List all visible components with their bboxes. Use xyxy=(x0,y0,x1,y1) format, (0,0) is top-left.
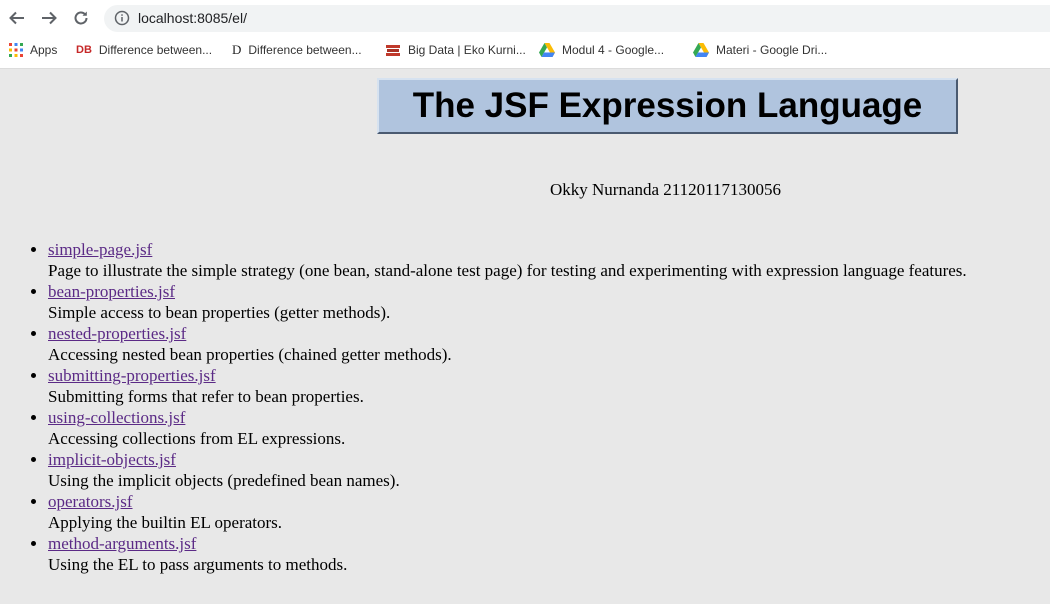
example-description: Accessing collections from EL expression… xyxy=(48,429,346,448)
apps-grid-icon xyxy=(9,43,23,57)
browser-chrome: localhost:8085/el/ Apps DB Difference be… xyxy=(0,0,1050,69)
google-drive-icon xyxy=(693,43,709,57)
list-item: simple-page.jsf Page to illustrate the si… xyxy=(48,239,967,281)
bookmark-label: Difference between... xyxy=(248,43,362,57)
example-description: Applying the builtin EL operators. xyxy=(48,513,283,532)
title-banner: The JSF Expression Language xyxy=(377,78,958,134)
bookmark-item[interactable]: Materi - Google Dri... xyxy=(693,39,827,61)
page-title: The JSF Expression Language xyxy=(412,86,923,125)
example-description: Accessing nested bean properties (chaine… xyxy=(48,345,452,364)
bookmark-label: Difference between... xyxy=(98,43,213,57)
red-books-icon xyxy=(385,42,401,58)
bookmark-apps[interactable]: Apps xyxy=(9,39,57,61)
example-description: Simple access to bean properties (getter… xyxy=(48,303,391,322)
example-description: Page to illustrate the simple strategy (… xyxy=(48,261,967,280)
list-item: bean-properties.jsf Simple access to bean… xyxy=(48,281,967,323)
bookmark-item[interactable]: Big Data | Eko Kurni... xyxy=(385,39,526,61)
bookmark-item[interactable]: Modul 4 - Google... xyxy=(539,39,664,61)
example-link[interactable]: method-arguments.jsf xyxy=(48,534,196,553)
info-icon[interactable] xyxy=(114,10,130,26)
example-link[interactable]: bean-properties.jsf xyxy=(48,282,175,301)
back-button[interactable] xyxy=(5,6,29,30)
google-drive-icon xyxy=(539,43,555,57)
list-item: implicit-objects.jsf Using the implicit o… xyxy=(48,449,967,491)
bookmark-item[interactable]: D Difference between... xyxy=(232,39,362,61)
bookmark-label: Big Data | Eko Kurni... xyxy=(408,43,526,57)
list-item: using-collections.jsf Accessing collectio… xyxy=(48,407,967,449)
arrow-right-icon xyxy=(42,11,57,25)
bookmark-item[interactable]: DB Difference between... xyxy=(76,39,212,61)
author-line: Okky Nurnanda 21120117130056 xyxy=(550,180,782,199)
example-link[interactable]: nested-properties.jsf xyxy=(48,324,186,343)
db-icon: DB xyxy=(76,44,92,56)
bookmark-label: Modul 4 - Google... xyxy=(562,43,665,57)
example-description: Using the EL to pass arguments to method… xyxy=(48,555,348,574)
page-content: The JSF Expression Language Okky Nurnand… xyxy=(0,69,1050,604)
example-link[interactable]: submitting-properties.jsf xyxy=(48,366,216,385)
d-letter-icon: D xyxy=(232,42,242,57)
example-link[interactable]: implicit-objects.jsf xyxy=(48,450,176,469)
bookmark-label: Materi - Google Dri... xyxy=(716,43,828,57)
example-link[interactable]: using-collections.jsf xyxy=(48,408,185,427)
example-list: simple-page.jsf Page to illustrate the si… xyxy=(0,239,967,575)
list-item: submitting-properties.jsf Submitting form… xyxy=(48,365,967,407)
arrow-left-icon xyxy=(9,11,24,25)
bookmarks-bar: Apps DB Difference between... D Differen… xyxy=(0,39,1050,61)
list-item: nested-properties.jsf Accessing nested be… xyxy=(48,323,967,365)
list-item: operators.jsf Applying the builtin EL ope… xyxy=(48,491,967,533)
example-description: Submitting forms that refer to bean prop… xyxy=(48,387,364,406)
list-item: method-arguments.jsf Using the EL to pass… xyxy=(48,533,967,575)
address-bar[interactable]: localhost:8085/el/ xyxy=(104,5,1050,32)
example-link[interactable]: simple-page.jsf xyxy=(48,240,152,259)
reload-button[interactable] xyxy=(69,6,93,30)
bookmark-label: Apps xyxy=(30,43,58,57)
example-link[interactable]: operators.jsf xyxy=(48,492,133,511)
example-description: Using the implicit objects (predefined b… xyxy=(48,471,400,490)
forward-button[interactable] xyxy=(37,6,61,30)
url-text[interactable]: localhost:8085/el/ xyxy=(138,10,247,26)
reload-icon xyxy=(74,11,88,25)
